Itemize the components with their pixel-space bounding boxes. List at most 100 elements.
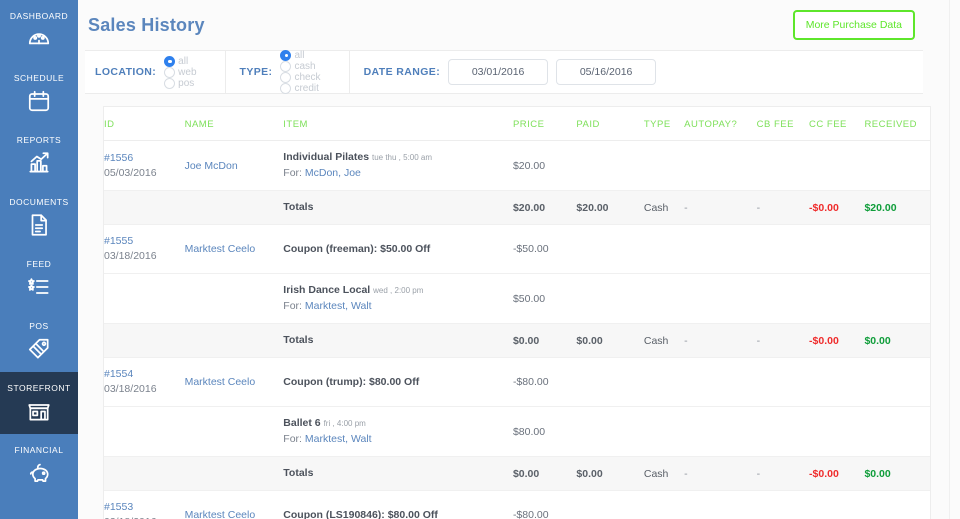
page-header: Sales History More Purchase Data	[78, 0, 960, 50]
table-totals-row[interactable]: Totals$0.00$0.00Cash---$0.00$0.00	[104, 457, 930, 491]
cell-price: $80.00	[513, 407, 576, 457]
column-header-cb-fee[interactable]: CB FEE	[757, 107, 809, 141]
item-title: Coupon (trump): $80.00 Off	[283, 375, 513, 390]
page-scrollbar[interactable]	[949, 0, 960, 519]
type-radio-credit[interactable]: credit	[280, 83, 334, 94]
cell-name: Marktest Ceelo	[185, 358, 284, 407]
cell-received	[864, 225, 930, 274]
location-radio-options: allwebpos	[164, 56, 210, 89]
cell-type: Cash	[644, 457, 684, 491]
table-totals-row[interactable]: Totals$20.00$20.00Cash---$0.00$20.00	[104, 191, 930, 225]
location-radio-pos[interactable]: pos	[164, 78, 210, 89]
cell-item: Coupon (trump): $80.00 Off	[283, 358, 513, 407]
piggy-bank-icon	[26, 460, 52, 486]
cell-paid: $0.00	[576, 324, 643, 358]
cell-name: Marktest Ceelo	[185, 491, 284, 519]
cell-id: #155303/18/2016	[104, 491, 185, 519]
location-radio-web[interactable]: web	[164, 67, 196, 78]
type-radio-cash[interactable]: cash	[280, 61, 320, 72]
cell-cc-fee	[809, 407, 864, 457]
sidebar-item-pos[interactable]: POS	[0, 310, 78, 372]
transaction-id-link[interactable]: #1555	[104, 234, 185, 249]
cell-autopay: -	[684, 457, 757, 491]
transaction-id-link[interactable]: #1556	[104, 151, 185, 166]
sidebar-item-reports[interactable]: REPORTS	[0, 124, 78, 186]
cell-item: Coupon (freeman): $50.00 Off	[283, 225, 513, 274]
table-row[interactable]: #155605/03/2016Joe McDonIndividual Pilat…	[104, 141, 930, 191]
cell-paid	[576, 491, 643, 519]
sidebar-item-feed[interactable]: FEED	[0, 248, 78, 310]
sidebar-item-documents[interactable]: DOCUMENTS	[0, 186, 78, 248]
customer-name-link[interactable]: Joe McDon	[185, 160, 238, 172]
location-filter-label: LOCATION:	[95, 66, 156, 78]
cell-id: #155403/18/2016	[104, 358, 185, 407]
cell-cc-fee	[809, 225, 864, 274]
cell-cb-fee	[757, 491, 809, 519]
table-header-row: IDNAMEITEMPRICEPAIDTYPEAUTOPAY?CB FEECC …	[104, 107, 930, 141]
cell-type	[644, 407, 684, 457]
transaction-id-link[interactable]: #1553	[104, 500, 185, 515]
sidebar-item-label: DOCUMENTS	[9, 197, 68, 207]
item-for-person-link[interactable]: McDon, Joe	[305, 167, 361, 179]
document-icon	[26, 212, 52, 238]
type-radio-check[interactable]: check	[280, 72, 320, 83]
table-row[interactable]: Ballet 6 fri , 4:00 pmFor: Marktest, Wal…	[104, 407, 930, 457]
item-for-person-link[interactable]: Marktest, Walt	[305, 433, 372, 445]
cell-cc-fee	[809, 141, 864, 191]
sales-history-table-card: IDNAMEITEMPRICEPAIDTYPEAUTOPAY?CB FEECC …	[103, 106, 931, 519]
sidebar-item-storefront[interactable]: STOREFRONT	[0, 372, 78, 434]
customer-name-link[interactable]: Marktest Ceelo	[185, 509, 256, 519]
date-range-end-input[interactable]	[556, 59, 656, 85]
cell-received	[864, 491, 930, 519]
table-row[interactable]: #155303/18/2016Marktest CeeloCoupon (LS1…	[104, 491, 930, 519]
date-range-label: DATE RANGE:	[364, 66, 441, 78]
item-title: Irish Dance Local	[283, 284, 370, 296]
radio-label: web	[178, 67, 196, 78]
cell-price: -$80.00	[513, 491, 576, 519]
cell-cc-fee: -$0.00	[809, 457, 864, 491]
column-header-autopay[interactable]: AUTOPAY?	[684, 107, 757, 141]
column-header-item[interactable]: ITEM	[283, 107, 513, 141]
radio-dot-icon	[280, 83, 291, 94]
table-row[interactable]: #155503/18/2016Marktest CeeloCoupon (fre…	[104, 225, 930, 274]
more-purchase-data-button[interactable]: More Purchase Data	[793, 10, 915, 40]
cell-autopay	[684, 225, 757, 274]
column-header-received[interactable]: RECEIVED	[864, 107, 930, 141]
filter-bar: LOCATION: allwebpos TYPE: allcashcheckcr…	[85, 50, 923, 94]
type-radio-all[interactable]: all	[280, 50, 320, 61]
column-header-name[interactable]: NAME	[185, 107, 284, 141]
cell-item: Totals	[283, 324, 513, 358]
radio-label: credit	[294, 83, 318, 94]
transaction-date: 03/18/2016	[104, 382, 185, 397]
location-radio-all[interactable]: all	[164, 56, 196, 67]
transaction-id-link[interactable]: #1554	[104, 367, 185, 382]
date-range-start-input[interactable]	[448, 59, 548, 85]
column-header-type[interactable]: TYPE	[644, 107, 684, 141]
column-header-cc-fee[interactable]: CC FEE	[809, 107, 864, 141]
table-row[interactable]: #155403/18/2016Marktest Ceelo Coupon (tru…	[104, 358, 930, 407]
cell-autopay	[684, 274, 757, 324]
item-for-person-link[interactable]: Marktest, Walt	[305, 300, 372, 312]
column-header-paid[interactable]: PAID	[576, 107, 643, 141]
column-header-id[interactable]: ID	[104, 107, 185, 141]
cell-name: Marktest Ceelo	[185, 225, 284, 274]
sidebar-item-financial[interactable]: FINANCIAL	[0, 434, 78, 496]
cell-id	[104, 191, 185, 225]
cell-cb-fee	[757, 407, 809, 457]
column-header-price[interactable]: PRICE	[513, 107, 576, 141]
transaction-date: 05/03/2016	[104, 166, 185, 181]
radio-dot-icon	[164, 78, 175, 89]
cell-autopay	[684, 141, 757, 191]
sidebar-item-dashboard[interactable]: DASHBOARD	[0, 0, 78, 62]
customer-name-link[interactable]: Marktest Ceelo	[185, 243, 256, 255]
customer-name-link[interactable]: Marktest Ceelo	[185, 376, 256, 388]
cell-price: $50.00	[513, 274, 576, 324]
radio-dot-icon	[280, 72, 291, 83]
cell-cc-fee	[809, 358, 864, 407]
table-totals-row[interactable]: Totals$0.00$0.00Cash---$0.00$0.00	[104, 324, 930, 358]
sidebar-item-schedule[interactable]: SCHEDULE	[0, 62, 78, 124]
cell-autopay	[684, 358, 757, 407]
table-row[interactable]: Irish Dance Local wed , 2:00 pmFor: Mark…	[104, 274, 930, 324]
sales-history-table: IDNAMEITEMPRICEPAIDTYPEAUTOPAY?CB FEECC …	[104, 107, 930, 519]
cell-received: $0.00	[864, 457, 930, 491]
